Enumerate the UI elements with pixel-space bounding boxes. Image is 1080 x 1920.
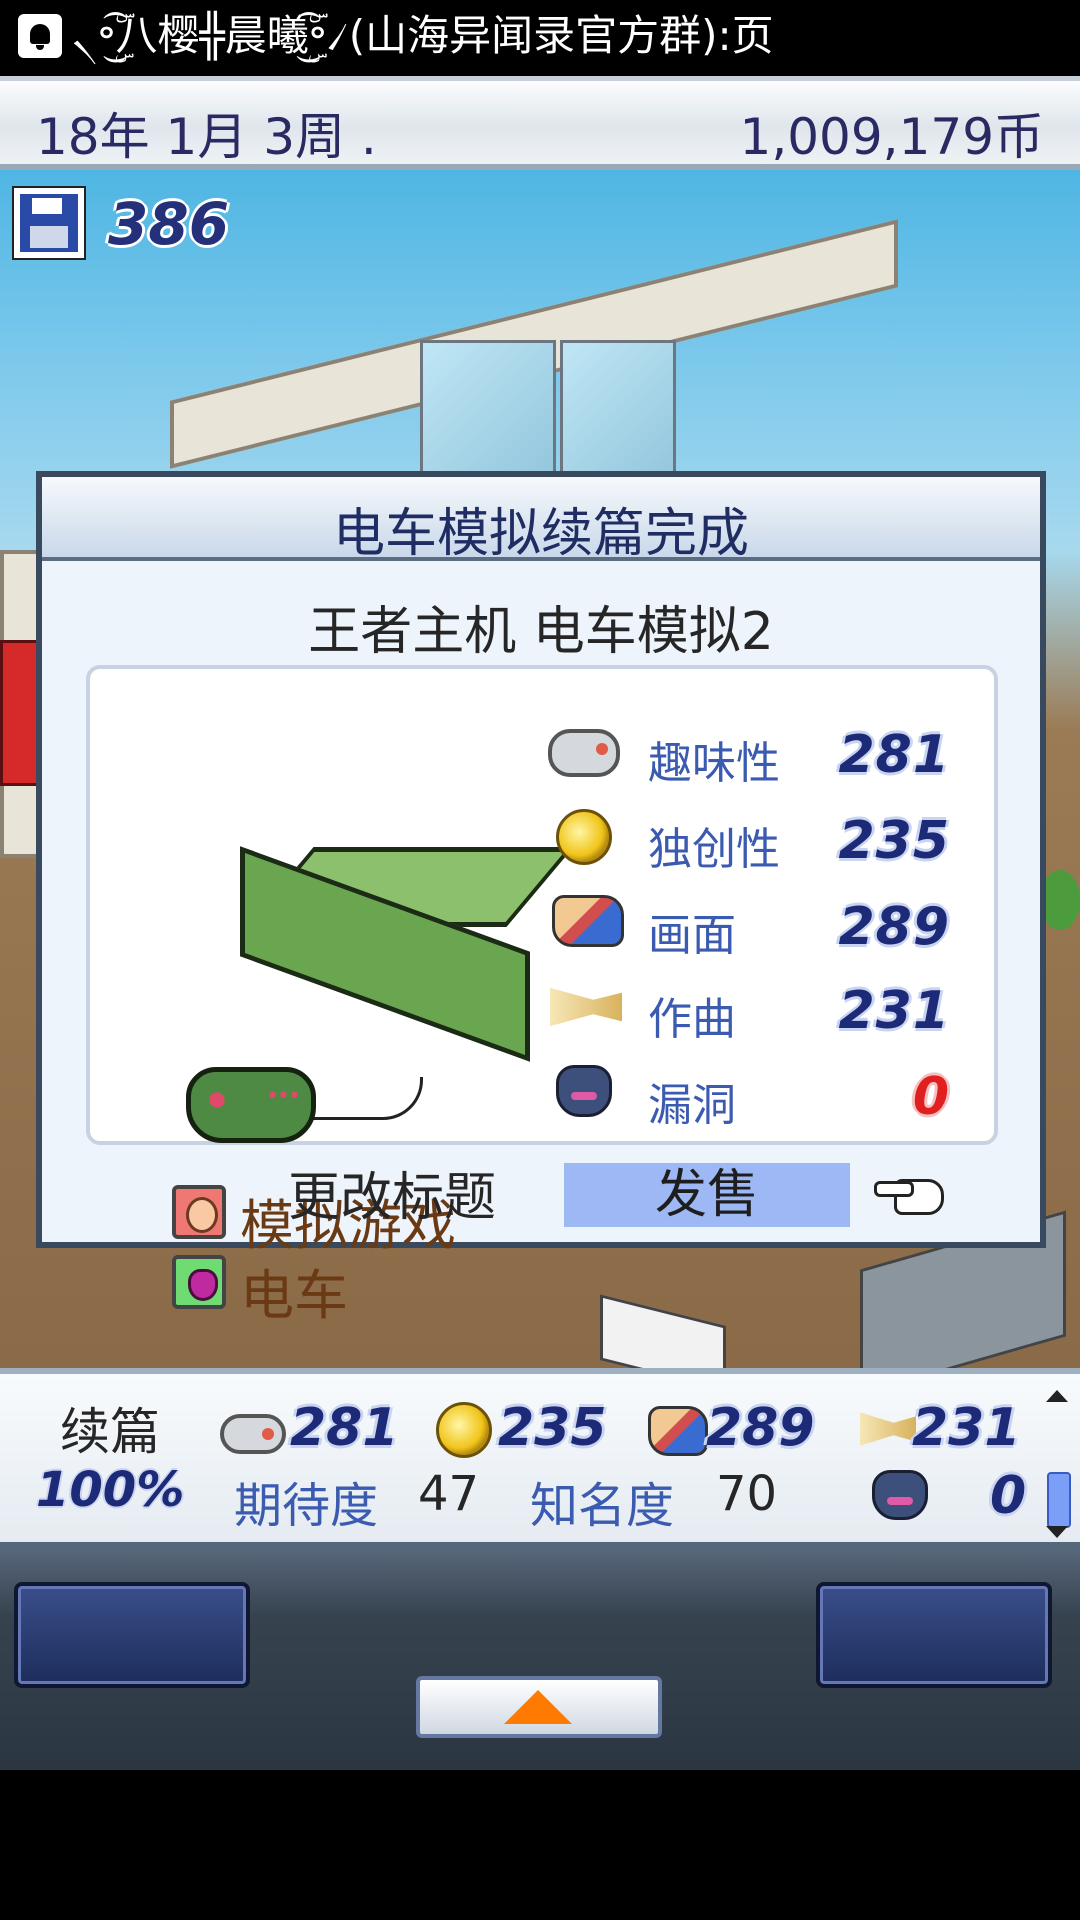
stat-label-music: 作曲 <box>648 994 736 1045</box>
money-amount: 1,009,179币 <box>739 108 1044 166</box>
scroll-thumb[interactable] <box>1047 1472 1071 1528</box>
trumpet-icon <box>860 1412 916 1446</box>
game-info-panel: 模拟游戏 电车 趣味性 281 独创性 235 画面 289 作曲 231 漏洞… <box>86 665 998 1327</box>
scroll-down-arrow-icon[interactable] <box>1046 1526 1068 1538</box>
date-money-bar: 18年 1月 3周 . 1,009,179币 <box>0 76 1080 170</box>
save-count: 386 <box>108 190 230 258</box>
controller-icon <box>186 1067 316 1143</box>
stat-value-graphics: 289 <box>838 897 950 957</box>
up-arrow-icon <box>504 1690 572 1724</box>
progress-percent: 100% <box>36 1462 185 1518</box>
left-soft-button[interactable] <box>14 1582 250 1688</box>
qq-notification-icon <box>18 14 62 58</box>
stat-label-creativity: 独创性 <box>648 824 780 875</box>
stat-value-creativity: 235 <box>838 811 950 871</box>
trumpet-icon <box>550 987 622 1027</box>
computer <box>600 1294 726 1368</box>
fame-value: 70 <box>716 1466 778 1522</box>
panel-scrollbar[interactable] <box>1044 1390 1071 1538</box>
menu-up-button[interactable] <box>416 1676 662 1738</box>
theme-train-icon <box>172 1255 226 1309</box>
stat-label-fun: 趣味性 <box>648 738 780 789</box>
notification-bar: ৲॰ۣۜۜ͜͡八樱╬晨曦ۣۜۜ͜͡॰৴(山海异闻录官方群):页 <box>0 0 1080 76</box>
gamepad-icon <box>548 729 620 777</box>
rename-title-button[interactable]: 更改标题 <box>242 1167 542 1229</box>
floppy-disk-icon <box>12 186 86 260</box>
stat-label-bugs: 漏洞 <box>648 1080 736 1131</box>
expectation-label: 期待度 <box>234 1478 379 1534</box>
fun-value: 281 <box>290 1398 399 1458</box>
project-status-panel: 续篇 100% 281 235 289 231 期待度 47 知名度 70 0 <box>0 1368 1080 1550</box>
creativity-value: 235 <box>498 1398 607 1458</box>
stat-label-graphics: 画面 <box>648 910 736 961</box>
stat-value-music: 231 <box>838 981 950 1041</box>
plant <box>1040 870 1080 930</box>
paint-palette-icon <box>648 1406 708 1456</box>
scroll-up-arrow-icon[interactable] <box>1046 1390 1068 1402</box>
genre-simulation-icon <box>172 1185 226 1239</box>
fame-label: 知名度 <box>530 1478 675 1534</box>
theme-label: 电车 <box>240 1264 348 1327</box>
paint-palette-icon <box>552 895 624 947</box>
stat-value-bugs: 0 <box>912 1067 950 1127</box>
bug-icon <box>556 1065 612 1117</box>
bugs-value: 0 <box>990 1466 1027 1526</box>
right-soft-button[interactable] <box>816 1582 1052 1688</box>
game-date: 18年 1月 3周 . <box>36 108 377 166</box>
stat-value-fun: 281 <box>838 725 950 785</box>
lightbulb-icon <box>556 809 612 865</box>
dialog-title: 电车模拟续篇完成 <box>332 504 749 564</box>
game-title: 王者主机 电车模拟2 <box>308 602 774 662</box>
sequel-complete-dialog: 电车模拟续篇完成 王者主机 电车模拟2 模拟游戏 电车 趣味性 281 独创性 … <box>36 471 1046 1327</box>
graphics-value: 289 <box>706 1398 815 1458</box>
dialog-titlebar: 电车模拟续篇完成 <box>42 477 1040 564</box>
expectation-value: 47 <box>418 1466 480 1522</box>
release-button[interactable]: 发售 <box>564 1163 850 1227</box>
sequel-label: 续篇 <box>60 1403 160 1461</box>
gamepad-icon <box>220 1414 286 1454</box>
notification-text: ৲॰ۣۜۜ͜͡八樱╬晨曦ۣۜۜ͜͡॰৴(山海异闻录官方群):页 <box>72 11 774 60</box>
bug-icon <box>872 1470 928 1520</box>
pointing-hand-icon <box>874 1175 946 1215</box>
music-value: 231 <box>912 1398 1021 1458</box>
lightbulb-icon <box>436 1402 492 1458</box>
